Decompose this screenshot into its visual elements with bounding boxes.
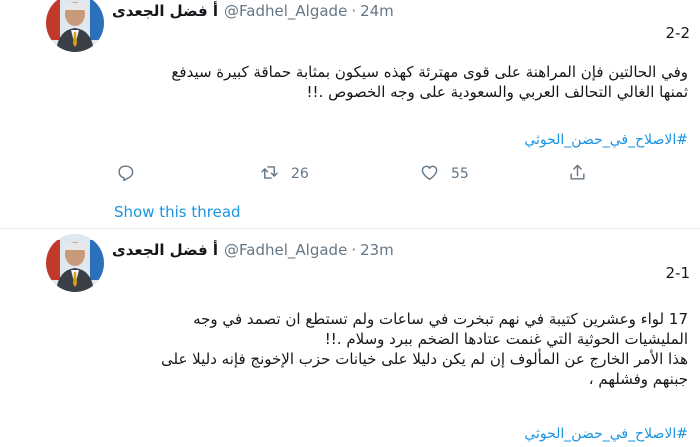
hashtag-link[interactable]: #الاصلاح_في_حضن_الحوثي bbox=[524, 426, 688, 442]
tweet-text-line: المليشيات الحوثية التي غنمت عتادها الضخم… bbox=[324, 330, 688, 348]
reply-icon bbox=[116, 163, 135, 186]
tweet-text-line: وفي الحالتين فإن المراهنة على قوى مهترئة… bbox=[171, 63, 688, 81]
display-name[interactable]: أ فضل الجعدى bbox=[112, 2, 218, 20]
tweet-header: أ فضل الجعدى @Fadhel_Algade · 23m bbox=[112, 239, 394, 261]
show-thread-link[interactable]: Show this thread bbox=[114, 203, 241, 221]
thread-counter: 2-1 bbox=[665, 264, 691, 282]
tweet-actions: 26 55 bbox=[112, 163, 592, 185]
avatar[interactable] bbox=[46, 234, 104, 292]
display-name[interactable]: أ فضل الجعدى bbox=[112, 241, 218, 259]
separator-dot: · bbox=[351, 2, 357, 20]
avatar[interactable] bbox=[46, 0, 104, 52]
tweet-header: أ فضل الجعدى @Fadhel_Algade · 24m bbox=[112, 0, 394, 22]
heart-icon bbox=[420, 163, 439, 186]
tweet-text-line: ثمنها الغالي التحالف العربي والسعودية عل… bbox=[306, 83, 689, 101]
retweet-count: 26 bbox=[291, 166, 309, 182]
timestamp[interactable]: 24m bbox=[360, 2, 394, 20]
separator-dot: · bbox=[351, 241, 357, 259]
retweet-icon bbox=[260, 163, 279, 186]
share-button[interactable] bbox=[568, 163, 587, 185]
tweet[interactable]: أ فضل الجعدى @Fadhel_Algade · 24m 2-2 وف… bbox=[0, 0, 700, 228]
tweet-text-line: 17 لواء وعشرين كتيبة في نهم تبخرت في ساع… bbox=[193, 310, 688, 328]
hashtag-link[interactable]: #الاصلاح_في_حضن_الحوثي bbox=[524, 132, 688, 148]
like-button[interactable]: 55 bbox=[420, 163, 469, 185]
tweet[interactable]: أ فضل الجعدى @Fadhel_Algade · 23m 2-1 17… bbox=[0, 229, 700, 447]
reply-button[interactable] bbox=[116, 163, 135, 185]
share-icon bbox=[568, 163, 587, 186]
timestamp[interactable]: 23m bbox=[360, 241, 394, 259]
user-handle[interactable]: @Fadhel_Algade bbox=[224, 2, 347, 20]
tweet-text-line: جبنهم وفشلهم ، bbox=[588, 370, 688, 388]
tweet-text-line: هذا الأمر الخارج عن المألوف إن لم يكن دل… bbox=[160, 350, 688, 368]
thread-counter: 2-2 bbox=[665, 24, 691, 42]
user-handle[interactable]: @Fadhel_Algade bbox=[224, 241, 347, 259]
tweet-text: 17 لواء وعشرين كتيبة في نهم تبخرت في ساع… bbox=[112, 309, 688, 389]
tweet-text: وفي الحالتين فإن المراهنة على قوى مهترئة… bbox=[112, 62, 688, 102]
retweet-button[interactable]: 26 bbox=[260, 163, 309, 185]
like-count: 55 bbox=[451, 166, 469, 182]
